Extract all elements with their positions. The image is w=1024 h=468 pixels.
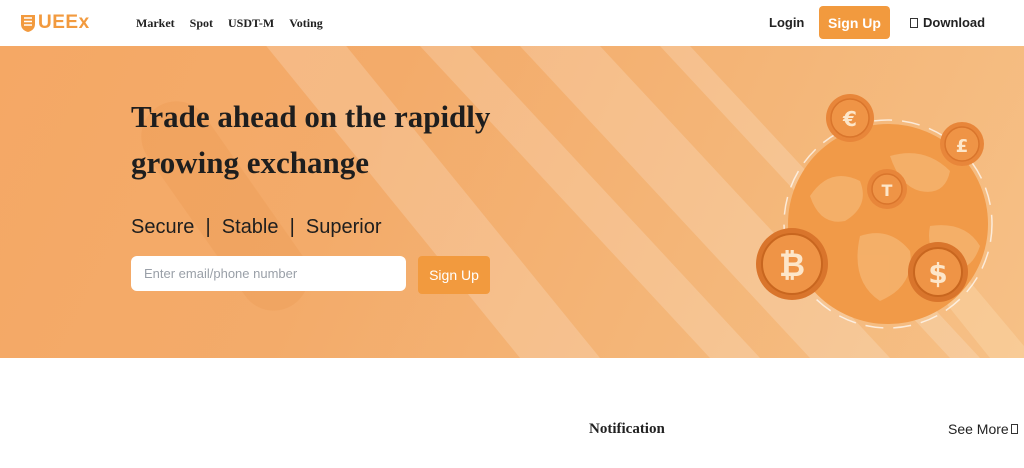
nav-link-market[interactable]: Market <box>136 16 175 31</box>
see-more-link[interactable]: See More <box>948 421 1018 437</box>
hero-banner: Trade ahead on the rapidly growing excha… <box>0 46 1024 358</box>
euro-coin-icon: € <box>826 94 874 142</box>
logo-mark-icon <box>21 15 35 32</box>
bitcoin-coin-icon: ₿ <box>756 228 828 300</box>
download-label: Download <box>923 15 986 30</box>
download-icon <box>910 17 918 28</box>
nav-link-spot[interactable]: Spot <box>190 16 213 31</box>
arrow-right-icon <box>1010 424 1018 434</box>
hero-signup-button[interactable]: Sign Up <box>418 256 490 294</box>
email-phone-input[interactable] <box>131 256 406 291</box>
svg-text:₿: ₿ <box>779 246 805 284</box>
brand-logo[interactable]: UEEx <box>20 12 90 34</box>
dollar-coin-icon: $ <box>908 242 968 302</box>
nav-link-usdt-m[interactable]: USDT-M <box>228 16 274 31</box>
tether-coin-icon: T <box>867 169 907 209</box>
nav-link-voting[interactable]: Voting <box>289 16 323 31</box>
brand-name: UEEx <box>38 12 90 33</box>
globe-coins-illustration: € £ T ₿ $ <box>756 94 993 329</box>
svg-text:£: £ <box>956 136 969 157</box>
svg-text:€: € <box>842 107 857 131</box>
hero-title: Trade ahead on the rapidly growing excha… <box>131 99 491 180</box>
see-more-label: See More <box>948 421 1009 437</box>
svg-text:$: $ <box>928 257 947 290</box>
login-link[interactable]: Login <box>769 15 804 30</box>
download-link[interactable]: Download <box>910 15 985 30</box>
nav-signup-button[interactable]: Sign Up <box>819 6 890 39</box>
top-navbar: UEEx Market Spot USDT-M Voting Login Sig… <box>0 0 1024 46</box>
svg-text:T: T <box>882 181 893 200</box>
main-nav: Market Spot USDT-M Voting <box>136 16 338 31</box>
notification-title: Notification <box>589 421 665 437</box>
hero-tagline: Secure | Stable | Superior <box>131 216 382 238</box>
pound-coin-icon: £ <box>940 122 984 166</box>
